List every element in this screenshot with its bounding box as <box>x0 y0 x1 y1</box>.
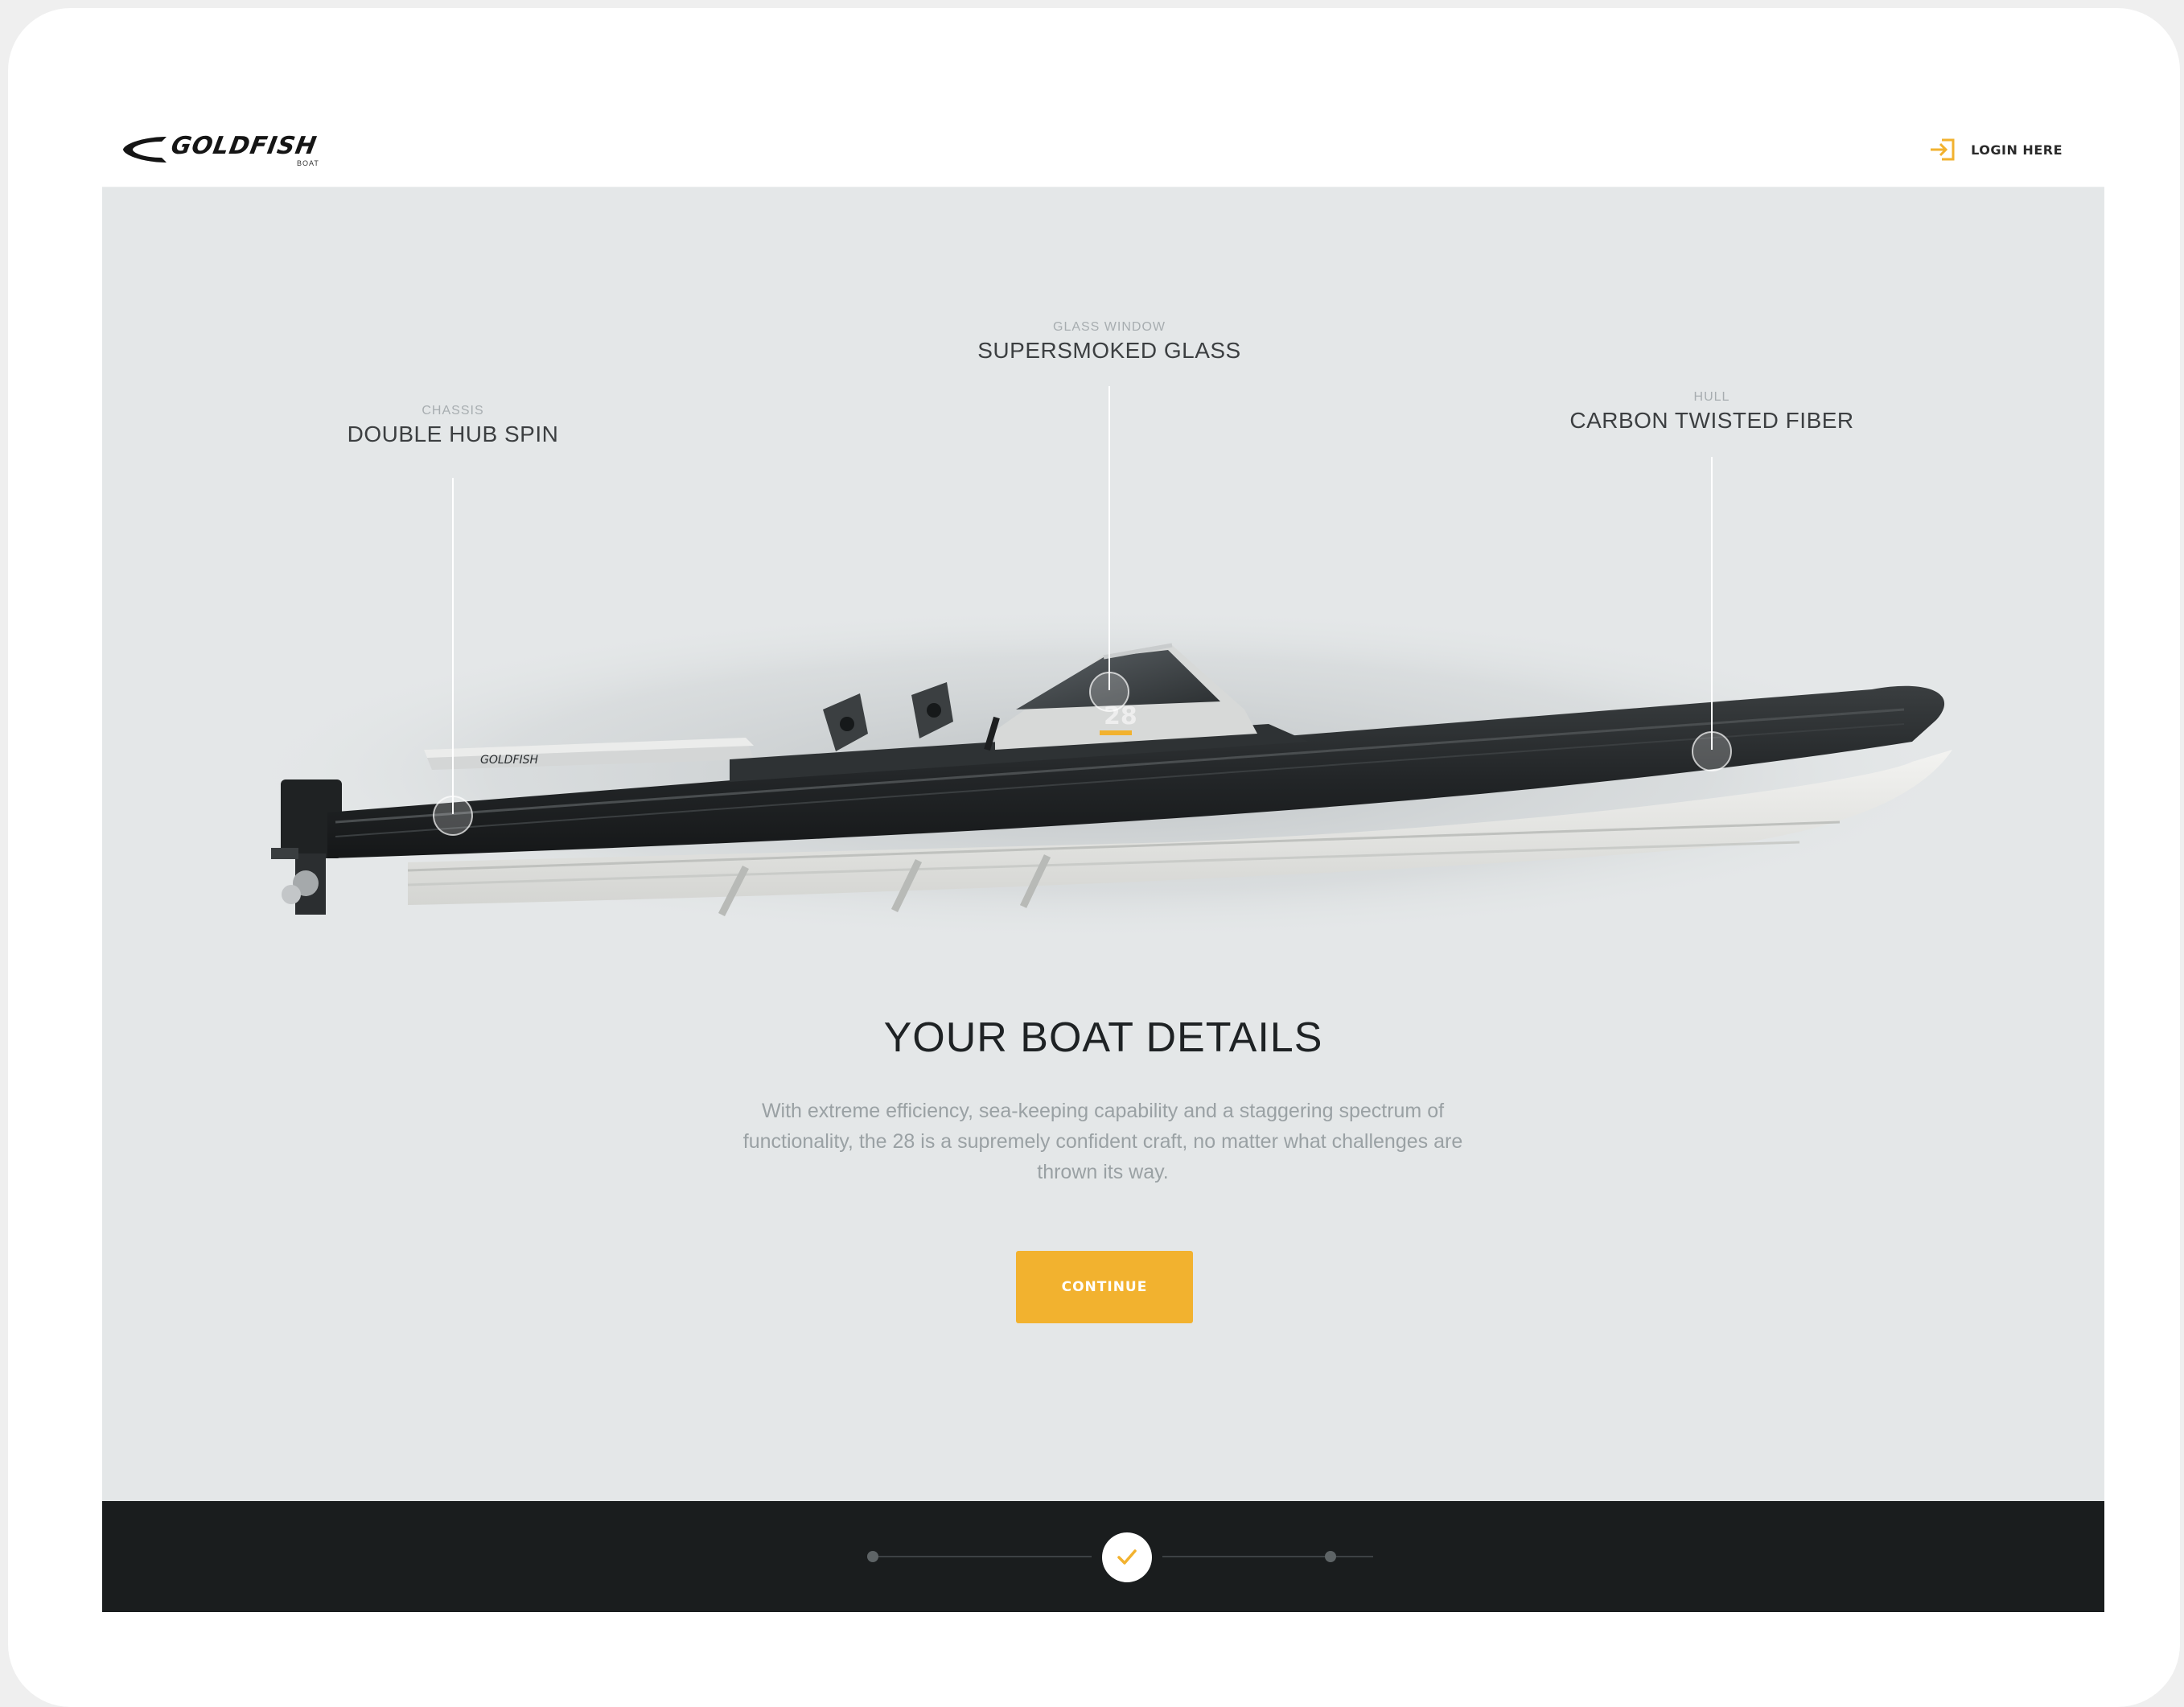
progress-step-1[interactable] <box>867 1551 878 1562</box>
callout-category: CHASSIS <box>422 404 484 417</box>
top-navigation-bar: GOLDFISH BOAT LOGIN HERE <box>102 113 2104 187</box>
logo-wordmark: GOLDFISH <box>168 132 319 160</box>
callout-hull[interactable]: HULL CARBON TWISTED FIBER <box>1569 390 1853 434</box>
progress-line-right <box>1162 1556 1373 1557</box>
app-screen: GOLDFISH BOAT LOGIN HERE GOLDFISH 28 CHA… <box>102 113 2104 1612</box>
callout-category: GLASS WINDOW <box>1052 320 1166 334</box>
callout-glass-window[interactable]: GLASS WINDOW SUPERSMOKED GLASS <box>977 320 1240 364</box>
logo-subtext: BOAT <box>297 159 319 167</box>
progress-step-2-current[interactable] <box>1102 1532 1152 1582</box>
page-description: With extreme efficiency, sea-keeping cap… <box>742 1100 1463 1183</box>
glass-hotspot <box>1089 672 1129 712</box>
callout-value: DOUBLE HUB SPIN <box>347 422 559 446</box>
page-title: YOUR BOAT DETAILS <box>883 1014 1323 1061</box>
progress-line-left <box>874 1556 1092 1557</box>
svg-text:GOLDFISH: GOLDFISH <box>480 754 539 767</box>
logo-swoosh-icon <box>123 137 167 162</box>
progress-footer <box>102 1501 2104 1612</box>
login-icon <box>1931 138 1955 161</box>
login-label: LOGIN HERE <box>1971 142 2063 158</box>
callout-value: SUPERSMOKED GLASS <box>977 338 1241 363</box>
check-icon <box>1117 1549 1137 1565</box>
boat-illustration: GOLDFISH 28 <box>231 386 1968 943</box>
login-link[interactable]: LOGIN HERE <box>1929 134 2063 166</box>
chassis-hotspot <box>433 796 473 836</box>
callout-chassis[interactable]: CHASSIS DOUBLE HUB SPIN <box>348 404 559 447</box>
goldfish-logo[interactable]: GOLDFISH BOAT <box>121 132 331 171</box>
boat-configurator-view: GOLDFISH 28 CHASSIS DOUBLE HUB SPIN GLAS… <box>102 187 2104 1072</box>
hull-hotspot <box>1692 731 1732 771</box>
callout-value: CARBON TWISTED FIBER <box>1569 408 1854 433</box>
continue-button[interactable]: CONTINUE <box>1016 1251 1193 1323</box>
device-frame: GOLDFISH BOAT LOGIN HERE GOLDFISH 28 CHA… <box>8 8 2180 1707</box>
progress-step-3[interactable] <box>1325 1551 1336 1562</box>
callout-category: HULL <box>1693 390 1730 404</box>
